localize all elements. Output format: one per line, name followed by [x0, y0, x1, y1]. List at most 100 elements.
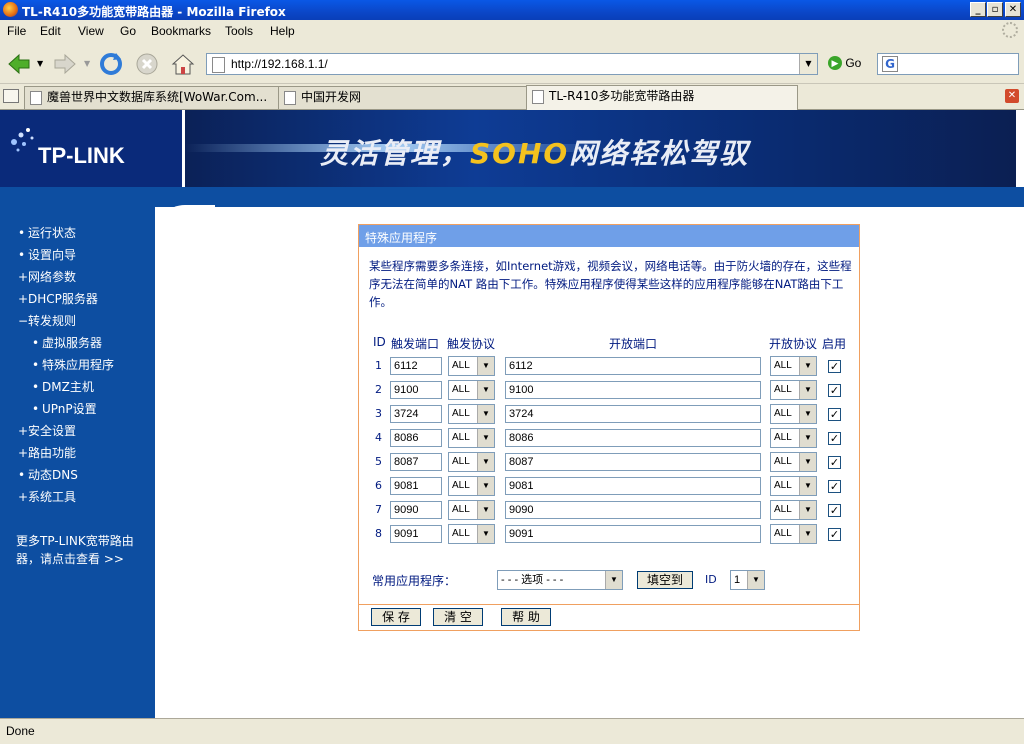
chevron-down-icon: ▼: [799, 477, 816, 495]
open-protocol-select[interactable]: ALL ▼: [770, 404, 817, 424]
open-port-input[interactable]: 8086: [505, 429, 761, 447]
address-bar[interactable]: http://192.168.1.1/ ▼: [206, 53, 818, 75]
open-protocol-select[interactable]: ALL ▼: [770, 500, 817, 520]
enable-checkbox[interactable]: ✓: [828, 360, 841, 373]
enable-checkbox[interactable]: ✓: [828, 504, 841, 517]
open-protocol-select[interactable]: ALL ▼: [770, 452, 817, 472]
sidebar-item-upnp[interactable]: • UPnP设置: [32, 400, 97, 417]
trigger-port-input[interactable]: 9081: [390, 477, 442, 495]
sidebar-item-label: 运行状态: [28, 226, 77, 240]
trigger-protocol-select[interactable]: ALL ▼: [448, 500, 495, 520]
trigger-protocol-select[interactable]: ALL ▼: [448, 452, 495, 472]
back-dropdown-icon[interactable]: ▼: [37, 59, 43, 68]
menu-file[interactable]: File: [7, 24, 26, 38]
trigger-protocol-select[interactable]: ALL ▼: [448, 476, 495, 496]
close-tab-icon[interactable]: ✕: [1005, 89, 1019, 103]
enable-checkbox[interactable]: ✓: [828, 480, 841, 493]
enable-checkbox[interactable]: ✓: [828, 528, 841, 541]
trigger-port-input[interactable]: 9090: [390, 501, 442, 519]
common-apps-select[interactable]: - - - 选项 - - - ▼: [497, 570, 623, 590]
sidebar-item-special-app[interactable]: • 特殊应用程序: [32, 356, 114, 373]
window-title-bar: TL-R410多功能宽带路由器 - Mozilla Firefox _ ▫ ✕: [0, 0, 1024, 20]
open-protocol-select[interactable]: ALL ▼: [770, 524, 817, 544]
sidebar-item-virtual-server[interactable]: • 虚拟服务器: [32, 334, 102, 351]
open-protocol-select[interactable]: ALL ▼: [770, 428, 817, 448]
menu-edit[interactable]: Edit: [40, 24, 61, 38]
trigger-protocol-select[interactable]: ALL ▼: [448, 404, 495, 424]
trigger-port-input[interactable]: 9100: [390, 381, 442, 399]
menu-go[interactable]: Go: [120, 24, 136, 38]
trigger-port-input[interactable]: 6112: [390, 357, 442, 375]
open-protocol-select[interactable]: ALL ▼: [770, 380, 817, 400]
plus-icon: +: [18, 270, 29, 284]
open-port-input[interactable]: 9091: [505, 525, 761, 543]
trigger-port-input[interactable]: 3724: [390, 405, 442, 423]
enable-checkbox[interactable]: ✓: [828, 408, 841, 421]
trigger-protocol-select[interactable]: ALL ▼: [448, 524, 495, 544]
url-text[interactable]: http://192.168.1.1/: [231, 57, 328, 71]
open-port-input[interactable]: 9090: [505, 501, 761, 519]
enable-checkbox[interactable]: ✓: [828, 456, 841, 469]
sidebar-item-wizard[interactable]: • 设置向导: [18, 246, 76, 263]
back-arrow-icon[interactable]: [6, 51, 32, 77]
sidebar-item-network[interactable]: +网络参数: [18, 268, 76, 285]
sidebar-item-security[interactable]: +安全设置: [18, 422, 76, 439]
open-protocol-select[interactable]: ALL ▼: [770, 356, 817, 376]
tab-wowar[interactable]: 魔兽世界中文数据库系统[WoWar.Com...: [24, 86, 300, 109]
tab-china-dev[interactable]: 中国开发网: [278, 86, 548, 109]
menu-bookmarks[interactable]: Bookmarks: [151, 24, 211, 38]
open-port-input[interactable]: 6112: [505, 357, 761, 375]
stop-icon[interactable]: [134, 51, 160, 77]
url-dropdown-icon[interactable]: ▼: [799, 54, 817, 74]
sidebar-item-routing[interactable]: +路由功能: [18, 444, 76, 461]
trigger-port-input[interactable]: 8087: [390, 453, 442, 471]
tab-label: 魔兽世界中文数据库系统[WoWar.Com...: [47, 90, 268, 104]
home-icon[interactable]: [170, 51, 196, 77]
google-search-icon[interactable]: G: [882, 56, 898, 72]
forward-arrow-icon[interactable]: [52, 51, 78, 77]
tab-list-icon[interactable]: [3, 89, 19, 103]
sidebar-item-forwarding[interactable]: −转发规则: [18, 312, 76, 329]
sidebar-item-dmz[interactable]: • DMZ主机: [32, 378, 94, 395]
menu-bar: File Edit View Go Bookmarks Tools Help: [0, 20, 1024, 42]
tab-router[interactable]: TL-R410多功能宽带路由器: [526, 85, 798, 111]
sidebar-item-system-tools[interactable]: +系统工具: [18, 488, 76, 505]
open-port-input[interactable]: 9100: [505, 381, 761, 399]
save-button[interactable]: 保 存: [371, 608, 421, 626]
select-value: ALL: [774, 408, 792, 419]
id-select[interactable]: 1 ▼: [730, 570, 765, 590]
close-window-button[interactable]: ✕: [1005, 2, 1021, 17]
minimize-button[interactable]: _: [970, 2, 986, 17]
menu-tools[interactable]: Tools: [225, 24, 253, 38]
search-input[interactable]: G: [877, 53, 1019, 75]
trigger-protocol-select[interactable]: ALL ▼: [448, 380, 495, 400]
open-port-input[interactable]: 8087: [505, 453, 761, 471]
trigger-protocol-select[interactable]: ALL ▼: [448, 356, 495, 376]
go-button[interactable]: ▶ Go: [828, 55, 861, 73]
sidebar-item-status[interactable]: • 运行状态: [18, 224, 76, 241]
reload-icon[interactable]: [98, 51, 124, 77]
more-products-link-line2[interactable]: 器，请点击查看 >>: [16, 550, 124, 567]
open-protocol-select[interactable]: ALL ▼: [770, 476, 817, 496]
help-button[interactable]: 帮 助: [501, 608, 551, 626]
more-products-link-line1[interactable]: 更多TP-LINK宽带路由: [16, 532, 134, 549]
fill-to-button[interactable]: 填空到: [637, 571, 693, 589]
select-value: ALL: [774, 480, 792, 491]
select-value: ALL: [774, 384, 792, 395]
enable-checkbox[interactable]: ✓: [828, 384, 841, 397]
sidebar-item-dhcp[interactable]: +DHCP服务器: [18, 290, 98, 307]
menu-view[interactable]: View: [78, 24, 104, 38]
forward-dropdown-icon[interactable]: ▼: [84, 59, 90, 68]
trigger-port-input[interactable]: 9091: [390, 525, 442, 543]
open-port-input[interactable]: 3724: [505, 405, 761, 423]
open-port-input[interactable]: 9081: [505, 477, 761, 495]
trigger-port-input[interactable]: 8086: [390, 429, 442, 447]
menu-help[interactable]: Help: [270, 24, 295, 38]
trigger-protocol-select[interactable]: ALL ▼: [448, 428, 495, 448]
maximize-button[interactable]: ▫: [987, 2, 1003, 17]
enable-checkbox[interactable]: ✓: [828, 432, 841, 445]
clear-button[interactable]: 清 空: [433, 608, 483, 626]
sidebar-item-ddns[interactable]: • 动态DNS: [18, 466, 78, 483]
tp-link-logo: TP-LINK: [38, 143, 125, 168]
sidebar-item-label: 虚拟服务器: [42, 336, 103, 350]
